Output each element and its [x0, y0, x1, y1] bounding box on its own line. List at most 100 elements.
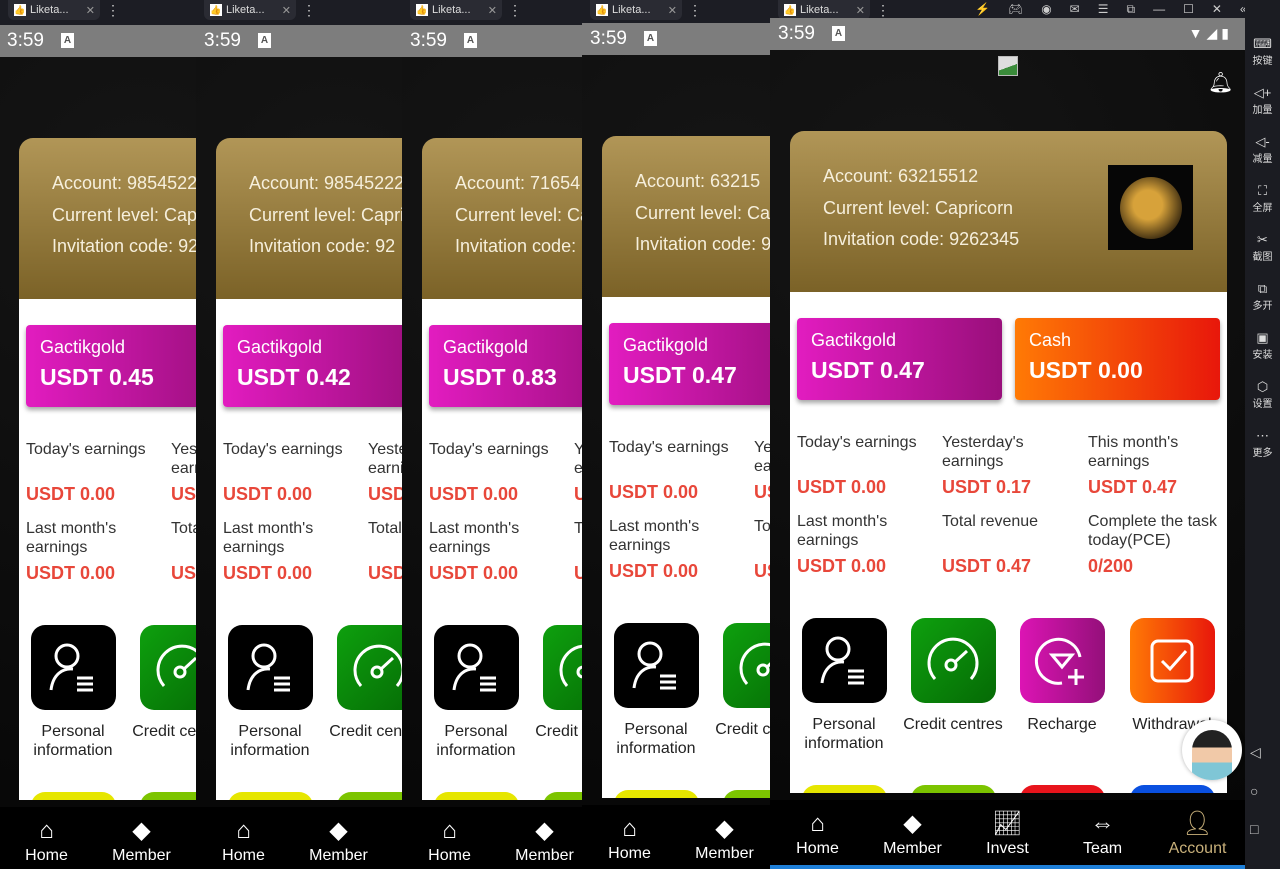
menu-row2-item[interactable]: [723, 790, 772, 798]
l: Yesterday's earnings: [171, 441, 196, 477]
menu-personal-information[interactable]: Personal information: [426, 625, 526, 760]
[object: [927, 637, 979, 680]
menu-icon[interactable]: ☰: [1098, 2, 1109, 16]
gauge-icon: [336, 625, 402, 710]
trend-chart-icon: 📈︎: [386, 817, 402, 845]
l: Total revenue: [171, 520, 196, 537]
menu-withdrawal[interactable]: Withdrawal: [1122, 618, 1222, 734]
home-icon: ⌂: [442, 817, 457, 844]
diamond-plus-icon: [1019, 618, 1105, 703]
app-tab[interactable]: 👍 Liketa... ✕: [590, 0, 682, 20]
menu-row2-item[interactable]: [140, 792, 196, 800]
menu-row2-item[interactable]: [911, 785, 996, 793]
close-tab-icon[interactable]: ✕: [668, 4, 677, 17]
menu-credit-centres[interactable]: Credit centres: [132, 625, 196, 741]
menu-row2-item[interactable]: [434, 792, 519, 800]
android-home-icon[interactable]: ○: [1250, 783, 1258, 799]
sidebar-more[interactable]: ⋯ 更多: [1245, 420, 1280, 469]
stat-yesterday: Yesterday's earnings USDT 0.17: [942, 433, 1082, 498]
nav-member[interactable]: ◆ Member: [497, 807, 582, 869]
menu-row2-item[interactable]: [614, 790, 699, 798]
nav-invest[interactable]: 📈︎ Invest: [960, 800, 1055, 865]
gamepad-icon[interactable]: 🎮︎: [1008, 2, 1023, 16]
sidebar-volume-up[interactable]: ◁+ 加量: [1245, 77, 1280, 126]
menu-row2-item[interactable]: [228, 792, 313, 800]
restore-icon[interactable]: ⧉: [1127, 2, 1136, 17]
[object: [370, 665, 384, 678]
t: Account: [1168, 840, 1227, 857]
menu-row2-item[interactable]: [1020, 785, 1105, 793]
minimize-icon[interactable]: —: [1153, 2, 1165, 16]
l: Yesterday's earnings: [574, 441, 582, 477]
emulator-tabbar: 👍 Liketa... ✕ ⋮: [196, 0, 402, 25]
gactikgold-balance[interactable]: Gactikgold USDT 0.45: [26, 325, 196, 407]
app-tab[interactable]: 👍 Liketa... ✕: [778, 0, 870, 20]
app-tab[interactable]: 👍 Liketa... ✕: [8, 0, 100, 20]
nav-member[interactable]: ◆ Member: [677, 805, 772, 869]
close-tab-icon[interactable]: ✕: [488, 4, 497, 17]
[object: [848, 669, 864, 684]
current-level: Current level: Capricorn: [455, 205, 582, 225]
gactikgold-balance[interactable]: Gactikgold USDT 0.47: [609, 323, 772, 405]
menu-recharge[interactable]: Recharge: [1012, 618, 1112, 734]
nav-member[interactable]: ◆ Member: [865, 800, 960, 865]
maximize-icon[interactable]: ☐: [1183, 2, 1194, 16]
mail-icon[interactable]: ✉: [1070, 2, 1080, 16]
menu-row2-item[interactable]: [31, 792, 116, 800]
menu-credit-centres[interactable]: Credit centres: [903, 618, 1003, 734]
menu-credit-centres[interactable]: Credit centres: [715, 623, 772, 739]
nav-account[interactable]: 👤︎ Account: [1150, 800, 1245, 865]
sidebar-multi-open[interactable]: ⧉ 多开: [1245, 273, 1280, 322]
sidebar-fullscreen[interactable]: ⛶ 全屏: [1245, 175, 1280, 224]
more-vertical-icon[interactable]: ⋮: [106, 2, 120, 19]
app-tab[interactable]: 👍 Liketa... ✕: [410, 0, 502, 20]
customer-support-avatar[interactable]: [1182, 720, 1242, 780]
gactikgold-balance[interactable]: Gactikgold USDT 0.42: [223, 325, 402, 407]
sidebar-screenshot[interactable]: ✂ 截图: [1245, 224, 1280, 273]
nav-home[interactable]: ⌂ Home: [196, 807, 291, 869]
app-tab[interactable]: 👍 Liketa... ✕: [204, 0, 296, 20]
more-vertical-icon[interactable]: ⋮: [688, 2, 702, 19]
nav-home[interactable]: ⌂ Home: [402, 807, 497, 869]
menu-personal-information[interactable]: Personal information: [794, 618, 894, 753]
thumbs-up-icon: 👍: [416, 4, 428, 16]
boost-icon[interactable]: ⚡: [975, 2, 990, 16]
close-tab-icon[interactable]: ✕: [856, 4, 865, 17]
gactikgold-balance[interactable]: Gactikgold USDT 0.83: [429, 325, 582, 407]
user-icon[interactable]: ◉: [1041, 2, 1051, 16]
nav-home[interactable]: ⌂ Home: [770, 800, 865, 865]
android-recents-icon[interactable]: □: [1250, 821, 1258, 837]
sidebar-keys[interactable]: ⌨ 按键: [1245, 28, 1280, 77]
nav-team[interactable]: ⇔ Team: [1055, 800, 1150, 865]
more-vertical-icon[interactable]: ⋮: [508, 2, 522, 19]
stat-last-month: Last month's earnings USDT 0.00: [223, 519, 363, 584]
more-vertical-icon[interactable]: ⋮: [302, 2, 316, 19]
menu-row2-item[interactable]: [543, 792, 582, 800]
menu-personal-information[interactable]: Personal information: [23, 625, 123, 760]
nav-invest[interactable]: 📈︎ Invest: [189, 807, 196, 869]
sidebar-settings[interactable]: ⬡ 设置: [1245, 371, 1280, 420]
nav-member[interactable]: ◆ Member: [94, 807, 189, 869]
menu-row2-item[interactable]: [337, 792, 402, 800]
more-vertical-icon[interactable]: ⋮: [876, 2, 890, 19]
close-tab-icon[interactable]: ✕: [282, 4, 291, 17]
nav-invest[interactable]: 📈︎ Invest: [386, 807, 402, 869]
bell-icon[interactable]: 🔔︎: [1208, 70, 1233, 94]
menu-credit-centres[interactable]: Credit centres: [535, 625, 582, 741]
menu-row2-item[interactable]: [1130, 785, 1215, 793]
close-tab-icon[interactable]: ✕: [86, 4, 95, 17]
nav-home[interactable]: ⌂ Home: [0, 807, 94, 869]
menu-credit-centres[interactable]: Credit centres: [329, 625, 402, 741]
gactikgold-balance[interactable]: Gactikgold USDT 0.47: [797, 318, 1002, 400]
menu-personal-information[interactable]: Personal information: [220, 625, 320, 760]
sidebar-install[interactable]: ▣ 安装: [1245, 322, 1280, 371]
close-icon[interactable]: ✕: [1212, 2, 1222, 16]
cash-balance[interactable]: Cash USDT 0.00: [1015, 318, 1220, 400]
android-back-icon[interactable]: ◁: [1250, 744, 1261, 761]
scissors-icon: ✂: [1257, 232, 1268, 247]
menu-personal-information[interactable]: Personal information: [606, 623, 706, 758]
menu-row2-item[interactable]: [802, 785, 887, 793]
nav-home[interactable]: ⌂ Home: [582, 805, 677, 869]
nav-member[interactable]: ◆ Member: [291, 807, 386, 869]
sidebar-volume-down[interactable]: ◁- 减量: [1245, 126, 1280, 175]
